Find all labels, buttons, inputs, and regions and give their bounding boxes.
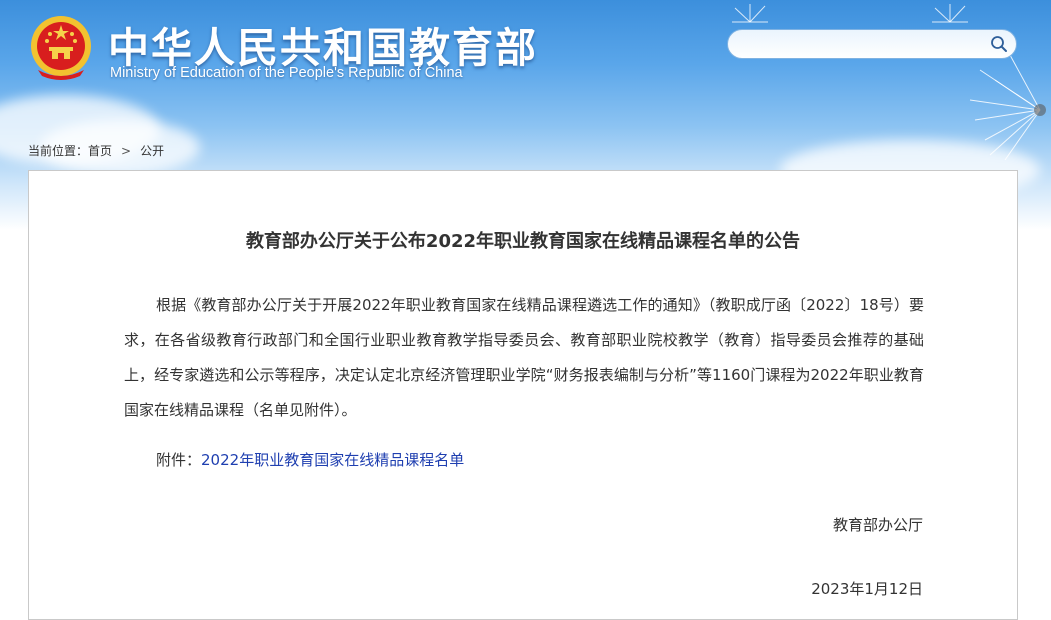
article-body: 根据《教育部办公厅关于开展2022年职业教育国家在线精品课程遴选工作的通知》（教… (124, 296, 924, 419)
article-date: 2023年1月12日 (811, 580, 923, 598)
dandelion-decoration (969, 54, 1046, 161)
article-title: 教育部办公厅关于公布2022年职业教育国家在线精品课程名单的公告 (245, 231, 801, 252)
breadcrumb: 当前位置：首页 > 公开 (28, 142, 164, 159)
breadcrumb-home[interactable]: 首页 (88, 144, 112, 158)
search-icon[interactable] (990, 35, 1008, 53)
attachment-line: 附件：2022年职业教育国家在线精品课程名单 (156, 449, 464, 470)
search-box (727, 29, 1017, 59)
national-emblem-icon (31, 16, 91, 80)
attachment-label: 附件： (156, 451, 202, 469)
breadcrumb-prefix: 当前位置： (28, 144, 89, 158)
site-title-en: Ministry of Education of the People's Re… (110, 65, 463, 81)
attachment-link[interactable]: 2022年职业教育国家在线精品课程名单 (201, 451, 464, 469)
breadcrumb-public[interactable]: 公开 (140, 144, 164, 158)
breadcrumb-separator: > (121, 144, 132, 158)
search-input[interactable] (742, 34, 986, 56)
article-signer: 教育部办公厅 (832, 516, 923, 534)
article-panel: 教育部办公厅关于公布2022年职业教育国家在线精品课程名单的公告 根据《教育部办… (28, 170, 1018, 620)
